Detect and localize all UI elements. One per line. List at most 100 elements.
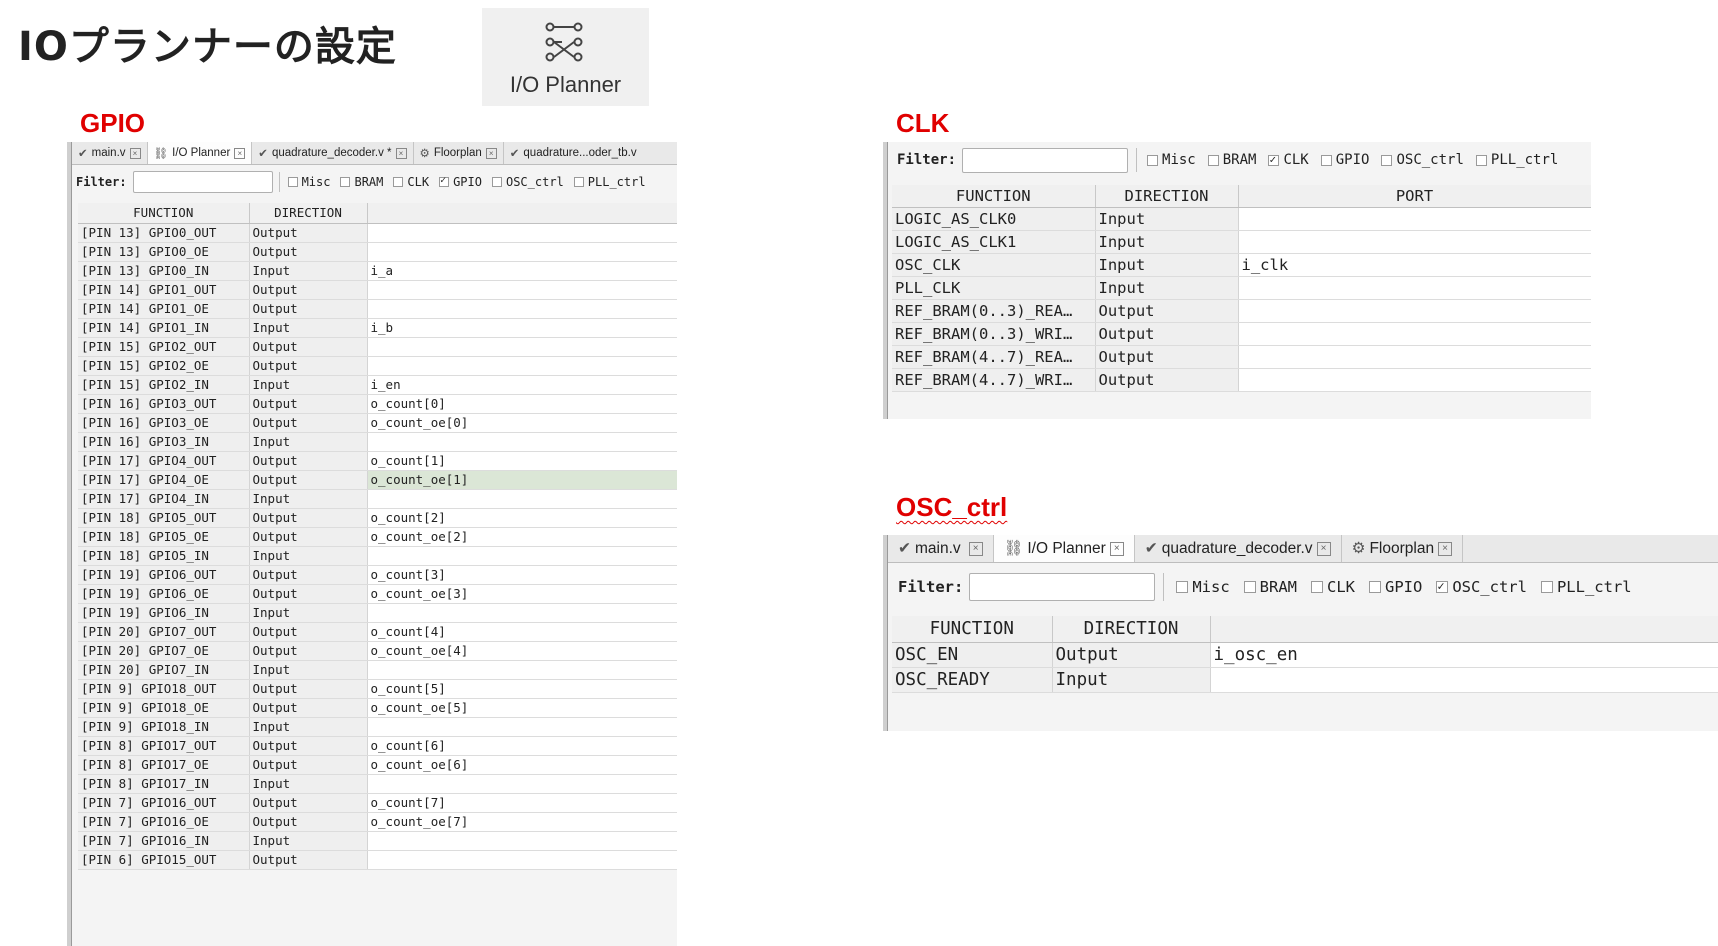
io-planner-toolbar-button[interactable]: I/O Planner: [482, 8, 649, 106]
port-cell[interactable]: [367, 850, 677, 870]
port-cell[interactable]: o_count_oe[1]: [367, 470, 677, 490]
table-row[interactable]: [PIN 15] GPIO2_IN Input i_en: [78, 375, 677, 395]
filter-input[interactable]: [969, 573, 1156, 601]
tab-io-planner[interactable]: ⛓ I/O Planner ×: [993, 535, 1135, 562]
port-column-header[interactable]: [1210, 616, 1718, 643]
checkbox-box[interactable]: [1475, 154, 1487, 166]
table-row[interactable]: [PIN 20] GPIO7_IN Input: [78, 660, 677, 680]
table-row[interactable]: REF_BRAM(0..3)_REA… Output: [892, 299, 1591, 323]
port-cell[interactable]: o_count_oe[4]: [367, 641, 677, 661]
port-cell[interactable]: [1238, 322, 1591, 346]
table-row[interactable]: [PIN 14] GPIO1_OUT Output: [78, 280, 677, 300]
table-row[interactable]: [PIN 8] GPIO17_OE Output o_count_oe[6]: [78, 755, 677, 775]
tab-quadrature-decoder[interactable]: ✔ quadrature_decoder.v * ×: [252, 142, 414, 164]
table-row[interactable]: [PIN 17] GPIO4_OE Output o_count_oe[1]: [78, 470, 677, 490]
close-icon[interactable]: ×: [485, 147, 497, 159]
port-cell[interactable]: o_count[4]: [367, 622, 677, 642]
checkbox-box[interactable]: [1368, 581, 1381, 593]
port-cell[interactable]: [367, 660, 677, 680]
table-row[interactable]: [PIN 20] GPIO7_OE Output o_count_oe[4]: [78, 641, 677, 661]
direction-column-header[interactable]: DIRECTION: [1052, 616, 1211, 643]
table-row[interactable]: [PIN 8] GPIO17_IN Input: [78, 774, 677, 794]
table-row[interactable]: [PIN 14] GPIO1_OE Output: [78, 299, 677, 319]
table-row[interactable]: [PIN 7] GPIO16_IN Input: [78, 831, 677, 851]
checkbox-box[interactable]: [1540, 581, 1553, 593]
table-row[interactable]: [PIN 16] GPIO3_OUT Output o_count[0]: [78, 394, 677, 414]
table-row[interactable]: [PIN 9] GPIO18_IN Input: [78, 717, 677, 737]
port-cell[interactable]: o_count[0]: [367, 394, 677, 414]
osc-ctrl-checkbox[interactable]: OSC_ctrl: [1436, 578, 1527, 596]
checkbox-box[interactable]: [1320, 154, 1332, 166]
table-row[interactable]: OSC_READY Input: [892, 667, 1718, 693]
table-row[interactable]: [PIN 13] GPIO0_IN Input i_a: [78, 261, 677, 281]
port-cell[interactable]: i_en: [367, 375, 677, 395]
close-icon[interactable]: ×: [234, 147, 246, 159]
table-row[interactable]: [PIN 16] GPIO3_IN Input: [78, 432, 677, 452]
function-column-header[interactable]: FUNCTION: [892, 185, 1096, 208]
port-cell[interactable]: o_count_oe[2]: [367, 527, 677, 547]
table-row[interactable]: [PIN 9] GPIO18_OUT Output o_count[5]: [78, 679, 677, 699]
table-row[interactable]: [PIN 6] GPIO15_OUT Output: [78, 850, 677, 870]
direction-column-header[interactable]: DIRECTION: [249, 203, 368, 224]
table-row[interactable]: [PIN 8] GPIO17_OUT Output o_count[6]: [78, 736, 677, 756]
port-cell[interactable]: o_count[7]: [367, 793, 677, 813]
table-row[interactable]: LOGIC_AS_CLK0 Input: [892, 207, 1591, 231]
table-row[interactable]: [PIN 18] GPIO5_OE Output o_count_oe[2]: [78, 527, 677, 547]
table-row[interactable]: REF_BRAM(4..7)_REA… Output: [892, 345, 1591, 369]
port-cell[interactable]: o_count_oe[7]: [367, 812, 677, 832]
gpio-checkbox[interactable]: GPIO: [1320, 152, 1369, 168]
close-icon[interactable]: ×: [395, 147, 407, 159]
table-row[interactable]: [PIN 18] GPIO5_OUT Output o_count[2]: [78, 508, 677, 528]
checkbox-box[interactable]: [1243, 581, 1256, 593]
port-cell[interactable]: o_count_oe[3]: [367, 584, 677, 604]
misc-checkbox[interactable]: Misc: [287, 175, 330, 189]
table-row[interactable]: [PIN 15] GPIO2_OE Output: [78, 356, 677, 376]
port-cell[interactable]: [367, 223, 677, 243]
checkbox-box[interactable]: [1310, 581, 1323, 593]
port-cell[interactable]: [1238, 368, 1591, 392]
port-cell[interactable]: [367, 717, 677, 737]
port-cell[interactable]: [367, 242, 677, 262]
port-column-header[interactable]: [367, 203, 677, 224]
table-row[interactable]: PLL_CLK Input: [892, 276, 1591, 300]
checkbox-box[interactable]: [1207, 154, 1219, 166]
clk-checkbox[interactable]: CLK: [393, 175, 429, 189]
close-icon[interactable]: ×: [1438, 541, 1453, 556]
table-row[interactable]: OSC_CLK Input i_clk: [892, 253, 1591, 277]
port-cell[interactable]: [367, 831, 677, 851]
port-cell[interactable]: i_b: [367, 318, 677, 338]
bram-checkbox[interactable]: BRAM: [340, 175, 383, 189]
pll-ctrl-checkbox[interactable]: PLL_ctrl: [1475, 152, 1558, 168]
port-cell[interactable]: [367, 546, 677, 566]
table-row[interactable]: [PIN 7] GPIO16_OE Output o_count_oe[7]: [78, 812, 677, 832]
checkbox-box[interactable]: [340, 177, 351, 187]
port-cell[interactable]: [367, 337, 677, 357]
bram-checkbox[interactable]: BRAM: [1207, 152, 1256, 168]
checkbox-box[interactable]: [439, 175, 450, 187]
filter-input[interactable]: [132, 171, 273, 193]
tab-quadrature-decoder-tb[interactable]: ✔ quadrature...oder_tb.v: [504, 142, 643, 164]
checkbox-box[interactable]: [287, 177, 298, 187]
tab-main-v[interactable]: ✔ main.v ×: [72, 142, 148, 164]
port-cell[interactable]: [1238, 345, 1591, 369]
table-row[interactable]: [PIN 13] GPIO0_OUT Output: [78, 223, 677, 243]
table-row[interactable]: REF_BRAM(4..7)_WRI… Output: [892, 368, 1591, 392]
port-cell[interactable]: [367, 356, 677, 376]
table-row[interactable]: [PIN 19] GPIO6_IN Input: [78, 603, 677, 623]
port-cell[interactable]: o_count[6]: [367, 736, 677, 756]
bram-checkbox[interactable]: BRAM: [1243, 578, 1297, 596]
port-cell[interactable]: o_count[3]: [367, 565, 677, 585]
pll-ctrl-checkbox[interactable]: PLL_ctrl: [573, 175, 646, 189]
table-row[interactable]: [PIN 17] GPIO4_OUT Output o_count[1]: [78, 451, 677, 471]
table-row[interactable]: [PIN 14] GPIO1_IN Input i_b: [78, 318, 677, 338]
port-cell[interactable]: [367, 299, 677, 319]
close-icon[interactable]: ×: [129, 147, 141, 159]
port-column-header[interactable]: PORT: [1238, 185, 1591, 208]
table-row[interactable]: OSC_EN Output i_osc_en: [892, 642, 1718, 668]
port-cell[interactable]: [367, 489, 677, 509]
table-row[interactable]: [PIN 15] GPIO2_OUT Output: [78, 337, 677, 357]
table-row[interactable]: [PIN 19] GPIO6_OE Output o_count_oe[3]: [78, 584, 677, 604]
port-cell[interactable]: i_clk: [1238, 253, 1591, 277]
tab-floorplan[interactable]: ⚙ Floorplan ×: [1342, 535, 1464, 562]
port-cell[interactable]: i_osc_en: [1210, 642, 1718, 668]
